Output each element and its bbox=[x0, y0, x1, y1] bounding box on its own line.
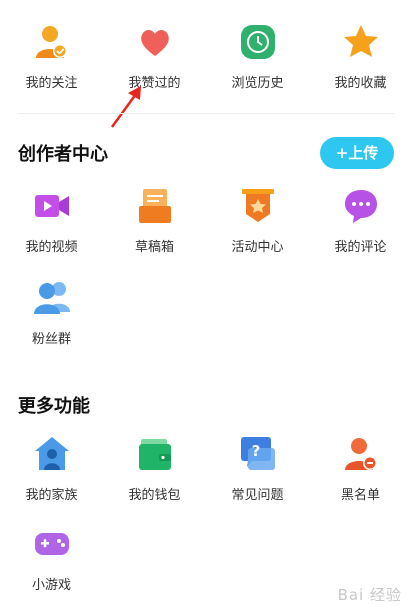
feature-item-wallet[interactable]: 我的钱包 bbox=[103, 434, 206, 503]
feature-item-minigames[interactable]: 小游戏 bbox=[0, 524, 103, 593]
creator-item-comments[interactable]: 我的评论 bbox=[309, 186, 412, 255]
creator-item-label: 粉丝群 bbox=[31, 332, 71, 347]
watermark: Bai 经验 bbox=[337, 586, 402, 604]
creator-item-label: 草稿箱 bbox=[134, 240, 174, 255]
family-house-icon bbox=[34, 437, 69, 470]
feature-item-family[interactable]: 我的家族 bbox=[0, 434, 103, 503]
fans-group-icon bbox=[33, 282, 70, 314]
feature-item-label: 我的家族 bbox=[25, 488, 78, 503]
blacklist-user-icon bbox=[344, 438, 377, 470]
feature-item-faq[interactable]: ? 常见问题 bbox=[206, 434, 309, 503]
event-banner-icon bbox=[241, 189, 274, 222]
feature-item-blacklist[interactable]: 黑名单 bbox=[309, 434, 412, 503]
comment-bubble-icon bbox=[344, 190, 377, 223]
feature-item-label: 常见问题 bbox=[231, 488, 284, 503]
section-divider bbox=[18, 113, 394, 114]
creator-item-label: 我的评论 bbox=[334, 240, 387, 255]
creator-item-videos[interactable]: 我的视频 bbox=[0, 186, 103, 255]
creator-item-label: 我的视频 bbox=[25, 240, 78, 255]
upload-button[interactable]: +上传 bbox=[320, 137, 394, 169]
svg-text:?: ? bbox=[251, 442, 260, 460]
video-camera-icon bbox=[34, 195, 69, 217]
more-features-title: 更多功能 bbox=[18, 396, 90, 417]
creator-item-fans-group[interactable]: 粉丝群 bbox=[0, 278, 103, 347]
feature-item-label: 黑名单 bbox=[340, 488, 380, 503]
feature-item-label: 小游戏 bbox=[31, 578, 71, 593]
creator-item-drafts[interactable]: 草稿箱 bbox=[103, 186, 206, 255]
draft-box-icon bbox=[138, 189, 171, 223]
creator-center-title: 创作者中心 bbox=[18, 144, 108, 165]
gamepad-icon bbox=[34, 533, 69, 555]
wallet-icon bbox=[138, 439, 171, 470]
creator-item-events[interactable]: 活动中心 bbox=[206, 186, 309, 255]
creator-item-label: 活动中心 bbox=[231, 240, 284, 255]
feature-item-label: 我的钱包 bbox=[128, 488, 181, 503]
upload-button-label: 上传 bbox=[348, 144, 379, 162]
plus-icon: + bbox=[335, 144, 349, 162]
faq-icon: ? bbox=[240, 437, 275, 470]
